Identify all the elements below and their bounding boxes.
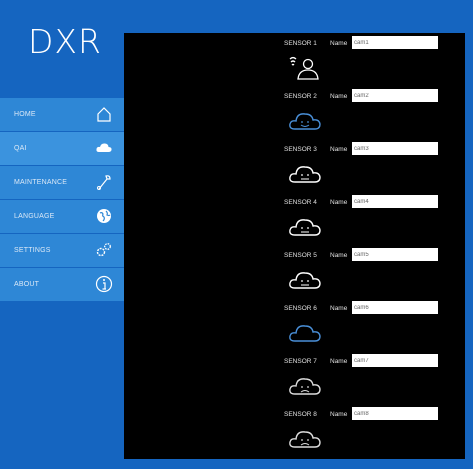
sensor-title: SENSOR 5 <box>284 252 317 259</box>
person-signal-icon <box>289 56 319 80</box>
nav-item-label: SETTINGS <box>14 247 51 254</box>
neutral-cloud-icon <box>289 219 321 236</box>
happy-cloud-icon <box>289 325 321 342</box>
wrench-icon <box>97 175 111 190</box>
nav-item-label: HOME <box>14 111 36 118</box>
sensor-name-input[interactable] <box>352 248 438 261</box>
app-logo: DXR <box>28 22 102 61</box>
nav-item-label: LANGUAGE <box>14 213 55 220</box>
sensor-title: SENSOR 2 <box>284 93 317 100</box>
sensor-name-input[interactable] <box>352 354 438 367</box>
sidebar: DXR HOME QAI MAINTENANCE LANGUAGE SETTIN… <box>0 0 124 459</box>
sensor-name-input[interactable] <box>352 142 438 155</box>
nav-item-about[interactable]: ABOUT <box>0 268 124 301</box>
sensor-row: SENSOR 8 Name <box>284 407 473 469</box>
sensor-title: SENSOR 3 <box>284 146 317 153</box>
info-icon <box>95 275 113 293</box>
sensor-name-label: Name <box>330 146 348 153</box>
sensor-name-label: Name <box>330 252 348 259</box>
sad-cloud-icon <box>289 431 321 448</box>
sensor-title: SENSOR 4 <box>284 199 317 206</box>
happy-cloud-icon <box>289 113 321 130</box>
sensor-name-input[interactable] <box>352 36 438 49</box>
right-border <box>465 33 473 459</box>
nav-item-home[interactable]: HOME <box>0 98 124 131</box>
cloud-icon <box>96 143 112 152</box>
sensor-name-label: Name <box>330 358 348 365</box>
nav-item-maintenance[interactable]: MAINTENANCE <box>0 166 124 199</box>
sensor-title: SENSOR 8 <box>284 411 317 418</box>
nav-item-label: ABOUT <box>14 281 40 288</box>
sensor-name-label: Name <box>330 199 348 206</box>
sad-cloud-icon <box>289 378 321 395</box>
neutral-cloud-icon <box>289 272 321 289</box>
sensor-name-input[interactable] <box>352 301 438 314</box>
nav-item-qai[interactable]: QAI <box>0 132 124 165</box>
sensor-title: SENSOR 7 <box>284 358 317 365</box>
nav-item-label: QAI <box>14 145 27 152</box>
sensor-title: SENSOR 6 <box>284 305 317 312</box>
sensor-title: SENSOR 1 <box>284 40 317 47</box>
globe-icon <box>97 209 111 223</box>
sensor-name-input[interactable] <box>352 89 438 102</box>
sensor-name-label: Name <box>330 93 348 100</box>
nav-item-settings[interactable]: SETTINGS <box>0 234 124 267</box>
nav-item-label: MAINTENANCE <box>14 179 68 186</box>
sensor-panel: SENSOR 1 Name SENSOR 2 Name SENSOR 3 Nam… <box>124 33 465 459</box>
sensor-name-label: Name <box>330 305 348 312</box>
nav-item-language[interactable]: LANGUAGE <box>0 200 124 233</box>
nav-menu: HOME QAI MAINTENANCE LANGUAGE SETTINGS A… <box>0 98 124 302</box>
sensor-name-label: Name <box>330 411 348 418</box>
sensor-name-input[interactable] <box>352 407 438 420</box>
sensor-name-input[interactable] <box>352 195 438 208</box>
gears-icon <box>96 243 111 257</box>
neutral-cloud-icon <box>289 166 321 183</box>
home-icon <box>97 107 111 122</box>
sensor-name-label: Name <box>330 40 348 47</box>
